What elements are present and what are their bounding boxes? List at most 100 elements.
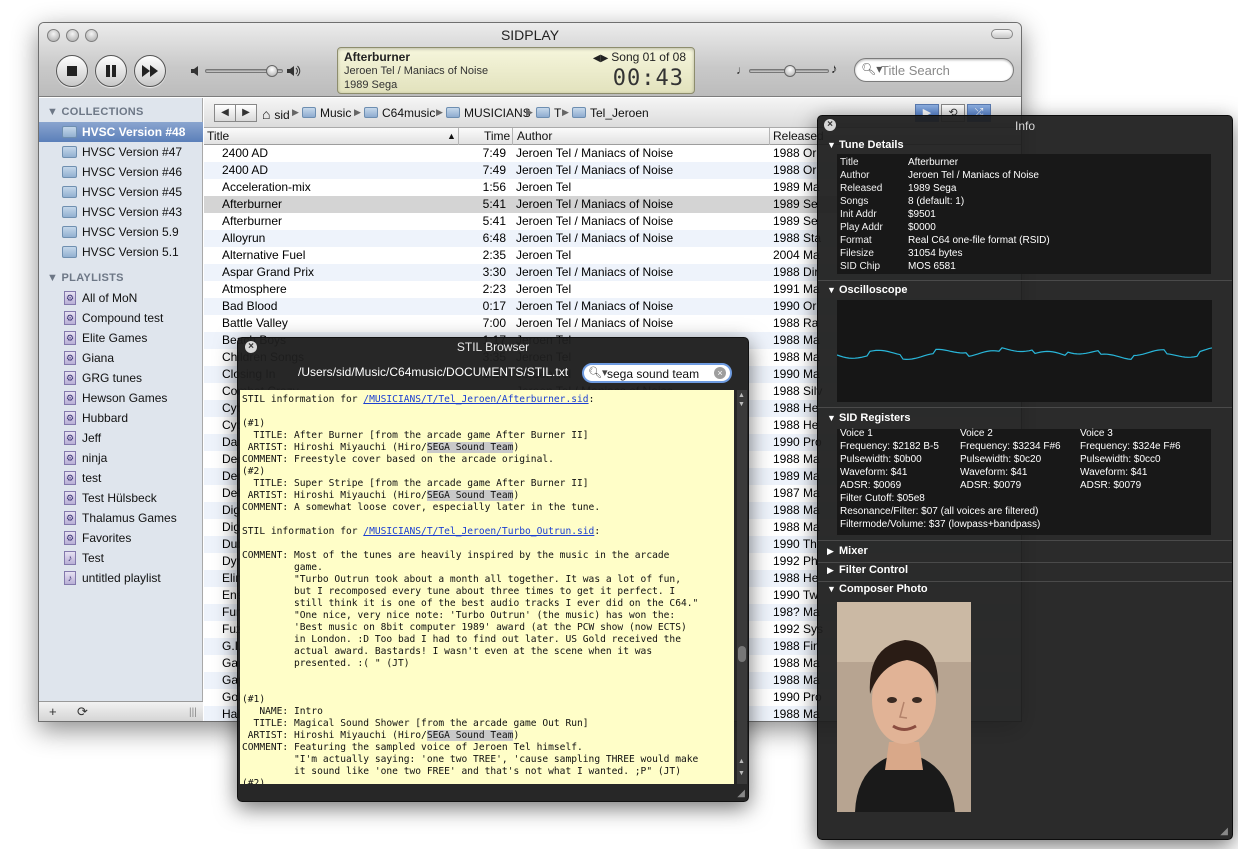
sidebar-item-label: Giana bbox=[82, 351, 115, 365]
breadcrumb-item[interactable]: Tel_Jeroen bbox=[572, 106, 649, 120]
column-header-time[interactable]: Time bbox=[484, 129, 510, 143]
detail-key: Format bbox=[840, 235, 872, 246]
stil-link[interactable]: /MUSICIANS/T/Tel_Jeroen/Afterburner.sid bbox=[363, 394, 588, 405]
stil-link[interactable]: /MUSICIANS/T/Tel_Jeroen/Turbo_Outrun.sid bbox=[363, 526, 594, 537]
cell-title: Bad Blood bbox=[222, 299, 278, 313]
section-mixer[interactable]: ▶ Mixer bbox=[827, 545, 868, 557]
breadcrumb-label: T bbox=[554, 106, 562, 120]
collections-header[interactable]: ▼ COLLECTIONS bbox=[47, 106, 144, 118]
fast-forward-icon bbox=[142, 65, 158, 77]
add-playlist-button[interactable]: + bbox=[49, 704, 57, 719]
sidebar-item-playlist[interactable]: ⚙ All of MoN bbox=[39, 288, 203, 308]
sidebar-item-playlist[interactable]: ♪ untitled playlist bbox=[39, 568, 203, 588]
title-search-input[interactable]: 🔍︎▾ Title Search bbox=[854, 58, 1014, 82]
section-composer-photo[interactable]: ▼ Composer Photo bbox=[827, 583, 928, 595]
column-header-author[interactable]: Author bbox=[517, 129, 552, 143]
cell-released: 1988 Or bbox=[773, 163, 817, 177]
breadcrumb-item[interactable]: C64music bbox=[364, 106, 435, 120]
volume-slider-knob[interactable] bbox=[266, 65, 279, 77]
cell-author: Jeroen Tel / Maniacs of Noise bbox=[516, 316, 674, 330]
breadcrumb-separator-icon: ▶ bbox=[526, 107, 533, 117]
oscilloscope-trace bbox=[837, 347, 1212, 361]
resize-grip-icon[interactable]: ◢ bbox=[737, 788, 745, 799]
voice-1-frequency: Frequency: $2182 B-5 bbox=[840, 441, 939, 452]
stop-button[interactable] bbox=[56, 55, 88, 87]
breadcrumb-item[interactable]: Music bbox=[302, 106, 351, 120]
cell-title: Battle Valley bbox=[222, 316, 288, 330]
section-sid-registers[interactable]: ▼ SID Registers bbox=[827, 412, 911, 424]
scroll-up-arrow-icon[interactable]: ▲ bbox=[738, 392, 745, 399]
cell-title: Alloyrun bbox=[222, 231, 266, 245]
sidebar-item-playlist[interactable]: ⚙ Compound test bbox=[39, 308, 203, 328]
breadcrumb-item[interactable]: ⌂ sid bbox=[262, 106, 290, 122]
sidebar-item-playlist[interactable]: ⚙ test bbox=[39, 468, 203, 488]
sidebar-item-playlist[interactable]: ⚙ Thalamus Games bbox=[39, 508, 203, 528]
stil-scrollbar[interactable]: ▲ ▼ ▲ ▼ bbox=[737, 390, 747, 784]
breadcrumb-item[interactable]: T bbox=[536, 106, 561, 120]
scroll-thumb[interactable] bbox=[738, 646, 746, 662]
breadcrumb-item[interactable]: MUSICIANS bbox=[446, 106, 531, 120]
section-filter-control[interactable]: ▶ Filter Control bbox=[827, 564, 908, 576]
sidebar-item-collection[interactable]: HVSC Version #46 bbox=[39, 162, 203, 182]
section-oscilloscope[interactable]: ▼ Oscilloscope bbox=[827, 284, 907, 296]
speed-slider[interactable] bbox=[749, 65, 829, 77]
smart-playlist-icon: ⚙ bbox=[64, 431, 76, 445]
scroll-down-arrow-icon[interactable]: ▼ bbox=[738, 770, 745, 777]
sidebar: ▼ COLLECTIONS HVSC Version #48 HVSC Versi… bbox=[39, 98, 203, 721]
sidebar-item-playlist[interactable]: ⚙ Jeff bbox=[39, 428, 203, 448]
toolbar-toggle-button[interactable] bbox=[991, 29, 1013, 39]
sidebar-item-playlist[interactable]: ⚙ GRG tunes bbox=[39, 368, 203, 388]
volume-slider[interactable] bbox=[205, 65, 283, 77]
resize-grip-icon[interactable]: ||| bbox=[189, 707, 197, 718]
sidebar-item-collection[interactable]: HVSC Version #47 bbox=[39, 142, 203, 162]
resize-grip-icon[interactable]: ◢ bbox=[1220, 826, 1228, 837]
cell-released: 1992 Sys bbox=[773, 622, 824, 636]
pause-button[interactable] bbox=[95, 55, 127, 87]
breadcrumb-separator-icon: ▶ bbox=[354, 107, 361, 117]
sidebar-item-playlist[interactable]: ⚙ Giana bbox=[39, 348, 203, 368]
disclosure-triangle-icon: ▼ bbox=[47, 272, 62, 284]
sidebar-item-playlist[interactable]: ⚙ Elite Games bbox=[39, 328, 203, 348]
song-arrows-icon[interactable]: ◀▶ bbox=[593, 53, 608, 64]
stil-panel-title: STIL Browser bbox=[456, 340, 530, 354]
sidebar-item-playlist[interactable]: ⚙ ninja bbox=[39, 448, 203, 468]
refresh-button[interactable]: ⟳ bbox=[77, 704, 88, 720]
cell-author: Jeroen Tel / Maniacs of Noise bbox=[516, 197, 674, 211]
fast-forward-button[interactable] bbox=[134, 55, 166, 87]
back-button[interactable]: ◀ bbox=[214, 104, 236, 122]
sidebar-item-playlist[interactable]: ⚙ Favorites bbox=[39, 528, 203, 548]
column-header-title[interactable]: Title bbox=[207, 129, 229, 143]
clear-search-icon[interactable]: × bbox=[714, 367, 726, 379]
stil-search-input[interactable]: 🔍︎▾ sega sound team × bbox=[582, 363, 732, 383]
cell-released: 1988 Ma bbox=[773, 707, 820, 721]
cell-released: 1988 Sta bbox=[773, 231, 822, 245]
sidebar-item-playlist[interactable]: ♪ Test bbox=[39, 548, 203, 568]
sidebar-item-playlist[interactable]: ⚙ Hubbard bbox=[39, 408, 203, 428]
cell-author: Jeroen Tel / Maniacs of Noise bbox=[516, 146, 674, 160]
search-icon[interactable]: 🔍︎▾ bbox=[861, 62, 882, 76]
sidebar-item-collection[interactable]: HVSC Version #48 bbox=[39, 122, 203, 142]
search-icon[interactable]: 🔍︎▾ bbox=[588, 366, 608, 379]
sidebar-item-collection[interactable]: HVSC Version 5.1 bbox=[39, 242, 203, 262]
cell-released: 198? Ma bbox=[773, 605, 820, 619]
speed-slider-knob[interactable] bbox=[784, 65, 796, 77]
forward-button[interactable]: ▶ bbox=[235, 104, 257, 122]
cell-released: 1987 Ma bbox=[773, 486, 820, 500]
sidebar-item-playlist[interactable]: ⚙ Test Hülsbeck bbox=[39, 488, 203, 508]
scroll-up-arrow-icon[interactable]: ▲ bbox=[738, 758, 745, 765]
detail-key: Init Addr bbox=[840, 209, 877, 220]
sidebar-item-collection[interactable]: HVSC Version #43 bbox=[39, 202, 203, 222]
voice-3-name: Voice 3 bbox=[1080, 428, 1113, 439]
stil-text-view[interactable]: STIL information for /MUSICIANS/T/Tel_Je… bbox=[240, 390, 734, 784]
section-tune-details[interactable]: ▼ Tune Details bbox=[827, 139, 904, 151]
scroll-down-arrow-icon[interactable]: ▼ bbox=[738, 401, 745, 408]
sidebar-item-label: Test Hülsbeck bbox=[82, 491, 157, 505]
sidebar-item-collection[interactable]: HVSC Version #45 bbox=[39, 182, 203, 202]
playlists-header[interactable]: ▼ PLAYLISTS bbox=[47, 272, 124, 284]
song-selector[interactable]: ◀▶ Song 01 of 08 bbox=[593, 50, 686, 64]
sidebar-item-collection[interactable]: HVSC Version 5.9 bbox=[39, 222, 203, 242]
detail-value: Afterburner bbox=[908, 157, 959, 168]
sidebar-item-playlist[interactable]: ⚙ Hewson Games bbox=[39, 388, 203, 408]
cell-released: 1990 Or bbox=[773, 299, 817, 313]
detail-value: 31054 bytes bbox=[908, 248, 963, 259]
